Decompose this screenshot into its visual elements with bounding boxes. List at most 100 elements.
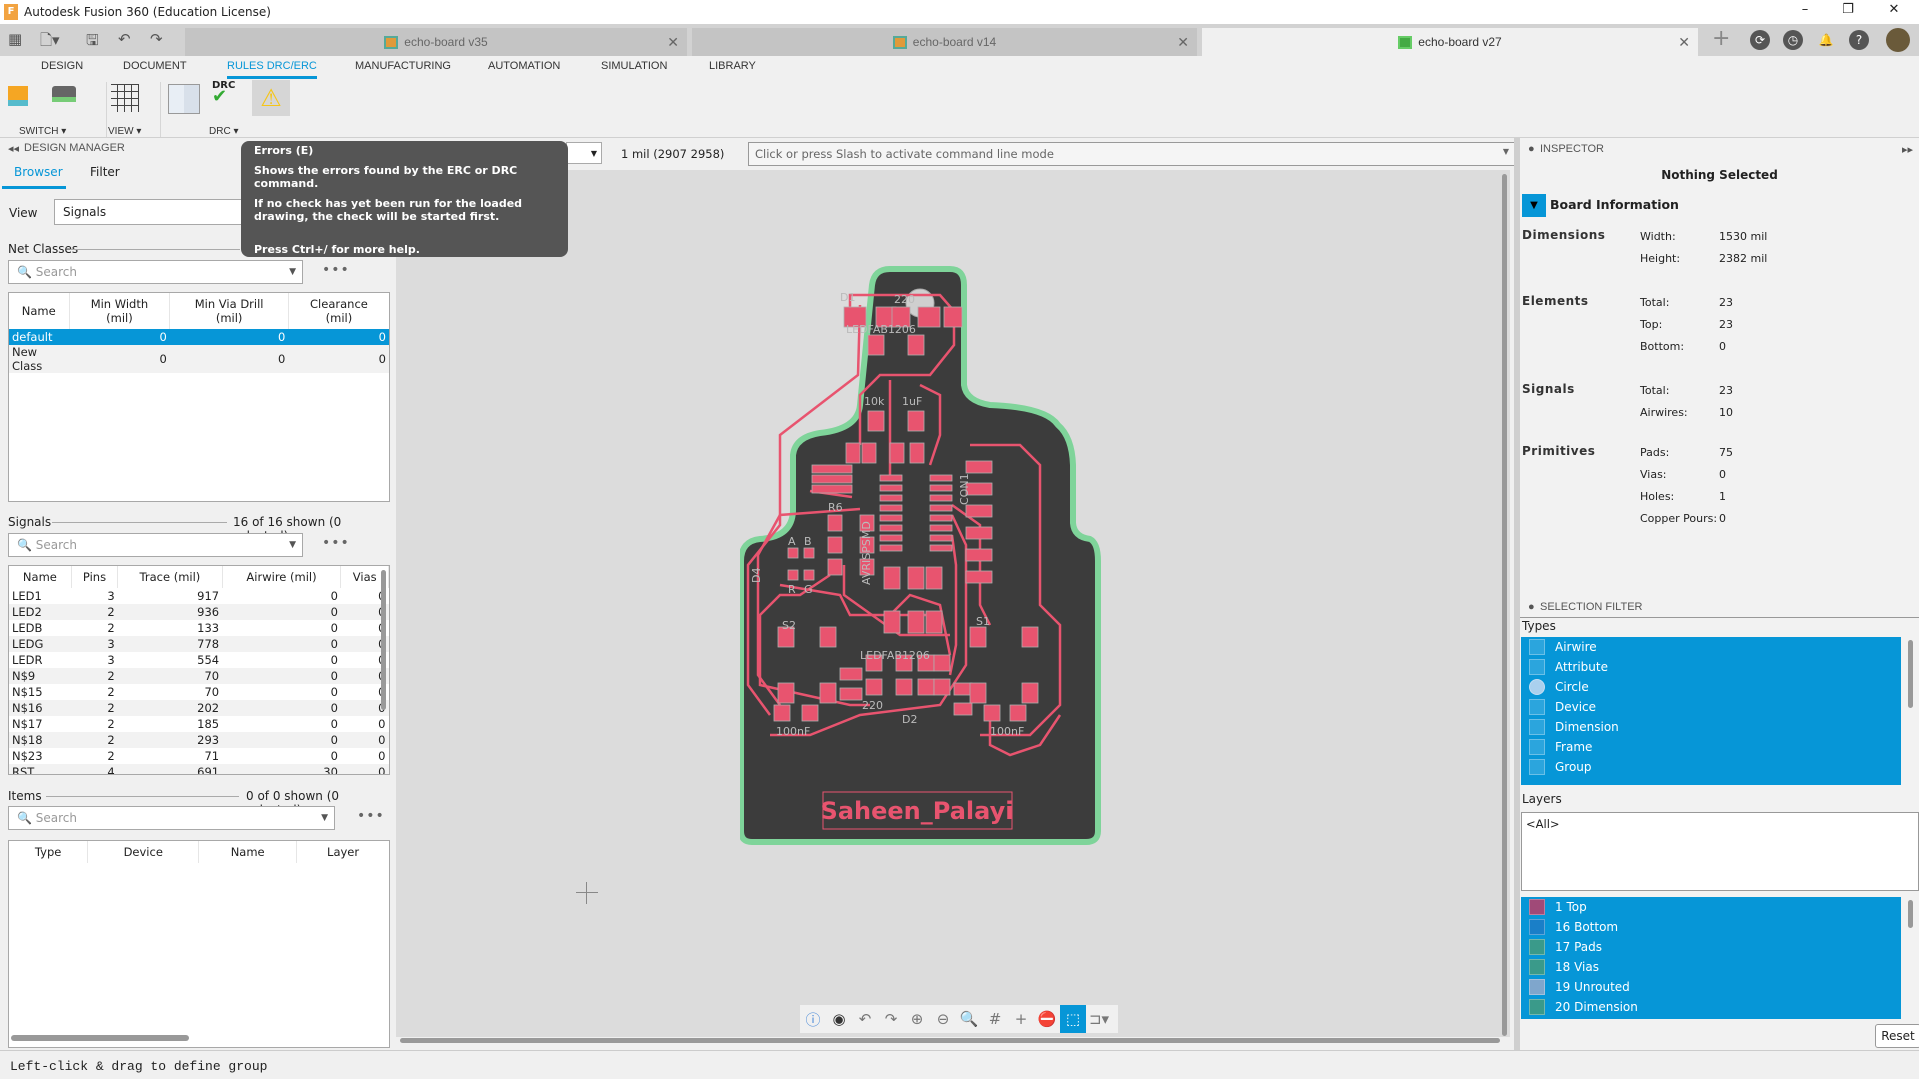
signal-row[interactable]: N$927000: [9, 668, 389, 684]
copper-pad[interactable]: [845, 442, 861, 464]
layer-item[interactable]: 1 Top: [1521, 897, 1901, 917]
ribbon-tab-manufacturing[interactable]: MANUFACTURING: [355, 60, 451, 72]
column-header-layer[interactable]: Layer: [297, 841, 389, 863]
more-options-icon[interactable]: •••: [357, 808, 385, 824]
copper-pad[interactable]: [943, 306, 963, 328]
signal-row[interactable]: LED2293600: [9, 604, 389, 620]
tab-echo-board-v27[interactable]: echo-board v27 ✕: [1202, 28, 1698, 56]
copper-pad[interactable]: [865, 678, 883, 696]
copper-pad[interactable]: [827, 558, 843, 576]
selection-filter-collapse-icon[interactable]: ●: [1528, 601, 1535, 613]
horizontal-scrollbar[interactable]: [11, 1035, 189, 1041]
copper-pad[interactable]: [907, 334, 925, 356]
extensions-icon[interactable]: ⟳: [1750, 30, 1770, 50]
copper-pad[interactable]: [965, 460, 993, 474]
net-class-row[interactable]: New Class 0 0 0: [9, 345, 389, 373]
copper-pad[interactable]: [965, 548, 993, 562]
redo-icon[interactable]: ↷: [150, 30, 163, 48]
more-options-icon[interactable]: •••: [322, 262, 350, 278]
copper-pad[interactable]: [909, 442, 925, 464]
tab-filter[interactable]: Filter: [90, 165, 120, 179]
copper-pad[interactable]: [933, 654, 951, 672]
copper-pad[interactable]: [1009, 704, 1027, 722]
layer-item[interactable]: 16 Bottom: [1521, 917, 1901, 937]
close-window-button[interactable]: ✕: [1874, 2, 1914, 17]
copper-pad[interactable]: [983, 704, 1001, 722]
select-group-icon[interactable]: ⬚: [1060, 1005, 1086, 1033]
types-list[interactable]: Airwire Attribute Circle Device Dimension Fra…: [1521, 637, 1901, 785]
copper-pad[interactable]: [883, 566, 901, 590]
copper-pad[interactable]: [827, 536, 843, 554]
copper-pad[interactable]: [819, 626, 837, 648]
pcb-board[interactable]: D1 220 LEDFAB1206 10k 1uF R6 A B R G D4 S2 S1 CON1 AVR…: [740, 265, 1102, 847]
switch-to-schematic-icon[interactable]: [8, 86, 28, 106]
column-header-device[interactable]: Device: [87, 841, 200, 863]
ribbon-tab-simulation[interactable]: SIMULATION: [601, 60, 667, 72]
type-item-group[interactable]: Group: [1521, 757, 1901, 777]
copper-pad[interactable]: [879, 524, 903, 532]
ribbon-tab-rules[interactable]: RULES DRC/ERC: [227, 60, 317, 79]
copper-pad[interactable]: [879, 504, 903, 512]
copper-pad[interactable]: [879, 484, 903, 492]
copper-pad[interactable]: [969, 682, 987, 704]
column-header-name[interactable]: Name: [9, 566, 72, 588]
info-icon[interactable]: ⓘ: [800, 1009, 826, 1030]
copper-pad[interactable]: [965, 570, 993, 584]
copper-pad[interactable]: [867, 334, 885, 356]
visibility-icon[interactable]: ◉: [826, 1010, 852, 1028]
notifications-icon[interactable]: 🔔: [1816, 30, 1836, 50]
signal-row[interactable]: LEDR355400: [9, 652, 389, 668]
copper-pad[interactable]: [879, 534, 903, 542]
column-header-min-width[interactable]: Min Width (mil): [69, 293, 171, 329]
expand-panel-icon[interactable]: ▸▸: [1902, 143, 1913, 156]
copper-pad[interactable]: [965, 504, 993, 518]
copper-pad[interactable]: [969, 626, 987, 648]
copper-pad[interactable]: [917, 678, 935, 696]
layers-list[interactable]: 1 Top 16 Bottom 17 Pads 18 Vias 19 Unrouted 2…: [1521, 897, 1901, 1019]
copper-pad[interactable]: [803, 547, 815, 559]
column-header-type[interactable]: Type: [9, 841, 89, 863]
zoom-in-icon[interactable]: ⊕: [904, 1010, 930, 1028]
drc-settings-icon[interactable]: [168, 84, 200, 114]
net-classes-search[interactable]: 🔍 Search ▼: [8, 260, 303, 284]
tab-browser[interactable]: Browser: [14, 165, 63, 179]
canvas-horizontal-scrollbar[interactable]: [400, 1038, 1500, 1043]
more-options-icon[interactable]: •••: [322, 535, 350, 551]
copper-pad[interactable]: [929, 524, 953, 532]
save-icon[interactable]: 🖫: [86, 30, 99, 55]
copper-pad[interactable]: [907, 566, 925, 590]
type-item-circle[interactable]: Circle: [1521, 677, 1901, 697]
signal-row[interactable]: LED1391700: [9, 588, 389, 604]
stop-icon[interactable]: ⛔: [1034, 1010, 1060, 1028]
signals-search[interactable]: 🔍 Search ▼: [8, 533, 303, 557]
copper-pad[interactable]: [787, 547, 799, 559]
copper-pad[interactable]: [879, 474, 903, 482]
tab-echo-board-v14[interactable]: echo-board v14 ✕: [692, 28, 1197, 56]
types-scrollbar[interactable]: [1908, 640, 1913, 708]
type-item-airwire[interactable]: Airwire: [1521, 637, 1901, 657]
signal-row[interactable]: RST 4 691 30 0: [9, 764, 389, 774]
copper-pad[interactable]: [879, 544, 903, 552]
job-status-icon[interactable]: ◷: [1783, 30, 1803, 50]
column-header-airwire[interactable]: Airwire (mil): [222, 566, 342, 588]
signal-row[interactable]: N$16220200: [9, 700, 389, 716]
new-tab-button[interactable]: +: [1712, 26, 1730, 51]
copper-pad[interactable]: [925, 610, 943, 634]
switch-to-3d-pcb-icon[interactable]: [52, 86, 76, 102]
ribbon-tab-library[interactable]: LIBRARY: [709, 60, 756, 72]
copper-pad[interactable]: [867, 410, 885, 432]
copper-pad[interactable]: [883, 610, 901, 634]
errors-warning-icon[interactable]: ⚠: [252, 80, 290, 116]
collapse-panel-icon[interactable]: ◂◂: [8, 142, 19, 155]
dropdown-arrow-icon[interactable]: ▼: [289, 267, 296, 277]
zoom-out-icon[interactable]: ⊖: [930, 1010, 956, 1028]
copper-pad[interactable]: [907, 610, 925, 634]
copper-pad[interactable]: [929, 494, 953, 502]
items-search[interactable]: 🔍 Search ▼: [8, 806, 335, 830]
layer-item[interactable]: 20 Dimension: [1521, 997, 1901, 1017]
canvas-vertical-scrollbar[interactable]: [1502, 174, 1507, 1036]
copper-pad[interactable]: [879, 514, 903, 522]
copper-pad[interactable]: [819, 682, 837, 704]
dropdown-arrow-icon[interactable]: ▼: [289, 540, 296, 550]
copper-pad[interactable]: [1021, 682, 1039, 704]
